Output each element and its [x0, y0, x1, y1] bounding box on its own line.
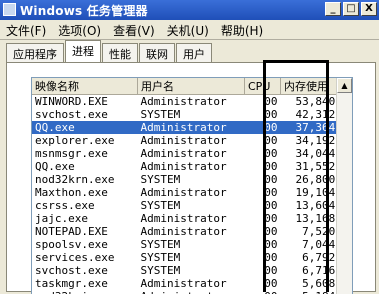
cell-cpu: 00: [264, 186, 278, 199]
tab-users[interactable]: 用户: [176, 43, 212, 63]
cell-image-name: nod32kui.exe: [32, 290, 138, 294]
cell-image-name: svchost.exe: [35, 108, 108, 121]
cell-cpu: 00: [264, 238, 278, 251]
table-row[interactable]: svchost.exe SYSTEM 00 42,312 K: [32, 108, 352, 121]
cell-cpu: 00: [264, 277, 278, 290]
cell-user-name: Administrator: [140, 225, 227, 238]
cell-image-name: msnmsgr.exe: [35, 147, 108, 160]
table-row[interactable]: nod32kui.exeAdministrator005,184 K: [32, 290, 352, 294]
menu-options[interactable]: 选项(O): [52, 20, 107, 39]
cell-cpu: 00: [245, 290, 281, 294]
cell-user-name: Administrator: [140, 160, 227, 173]
caption-buttons: _ □ X: [325, 2, 377, 16]
table-row[interactable]: jajc.exe Administrator 00 13,168 K: [32, 212, 352, 225]
cell-user-name: SYSTEM: [140, 199, 181, 212]
table-row[interactable]: nod32krn.exe SYSTEM 00 26,800 K: [32, 173, 352, 186]
cell-cpu: 00: [264, 199, 278, 212]
cell-cpu: 00: [264, 264, 278, 277]
processes-panel: 映像名称 用户名 CPU 内存使用 WINWORD.EXE Administrat…: [6, 62, 376, 294]
table-row[interactable]: spoolsv.exe SYSTEM 00 7,044 K: [32, 238, 352, 251]
table-row[interactable]: Maxthon.exe Administrator 00 19,104 K: [32, 186, 352, 199]
cell-image-name: csrss.exe: [35, 199, 95, 212]
cell-image-name: nod32krn.exe: [35, 173, 115, 186]
close-button[interactable]: X: [361, 2, 377, 16]
col-cpu[interactable]: CPU: [244, 78, 281, 95]
cell-user-name: Administrator: [137, 121, 245, 134]
app-icon: [3, 3, 16, 16]
tab-strip: 应用程序 进程 性能 联网 用户: [6, 40, 213, 63]
window-title: Windows 任务管理器: [20, 4, 148, 18]
table-row[interactable]: svchost.exe SYSTEM 00 6,716 K: [32, 264, 352, 277]
cell-image-name: QQ.exe: [35, 160, 75, 173]
cell-image-name: explorer.exe: [35, 134, 115, 147]
cell-cpu: 00: [264, 173, 278, 186]
cell-user-name: Administrator: [140, 186, 227, 199]
cell-cpu: 00: [264, 108, 278, 121]
tab-performance[interactable]: 性能: [102, 43, 138, 63]
menu-shutdown[interactable]: 关机(U): [161, 20, 215, 39]
cell-cpu: 00: [264, 134, 278, 147]
cell-user-name: SYSTEM: [140, 264, 181, 277]
minimize-button[interactable]: _: [325, 2, 341, 16]
cell-image-name: NOTEPAD.EXE: [35, 225, 108, 238]
menu-file[interactable]: 文件(F): [0, 20, 52, 39]
cell-user-name: Administrator: [140, 212, 227, 225]
process-list[interactable]: 映像名称 用户名 CPU 内存使用 WINWORD.EXE Administrat…: [31, 77, 353, 294]
cell-image-name: Maxthon.exe: [35, 186, 108, 199]
cell-image-name: QQ.exe: [32, 121, 138, 134]
process-table: 映像名称 用户名 CPU 内存使用 WINWORD.EXE Administrat…: [32, 78, 352, 294]
vertical-scrollbar[interactable]: ▲: [336, 78, 352, 294]
cell-user-name: SYSTEM: [140, 238, 181, 251]
cell-user-name: Administrator: [138, 290, 245, 294]
scroll-up-icon[interactable]: ▲: [337, 78, 352, 93]
cell-user-name: Administrator: [140, 147, 227, 160]
menu-help[interactable]: 帮助(H): [215, 20, 269, 39]
col-image-name[interactable]: 映像名称: [32, 78, 138, 95]
menu-view[interactable]: 查看(V): [107, 20, 161, 39]
menu-bar: 文件(F) 选项(O) 查看(V) 关机(U) 帮助(H): [0, 20, 379, 40]
cell-image-name: spoolsv.exe: [35, 238, 108, 251]
cell-image-name: svchost.exe: [35, 264, 108, 277]
table-row[interactable]: services.exe SYSTEM 00 6,792 K: [32, 251, 352, 264]
cell-cpu: 00: [264, 212, 278, 225]
cell-image-name: jajc.exe: [35, 212, 88, 225]
table-row[interactable]: QQ.exe Administrator 00 37,364 K: [32, 121, 352, 134]
cell-image-name: taskmgr.exe: [35, 277, 108, 290]
cell-cpu: 00: [264, 160, 278, 173]
cell-cpu: 00: [264, 251, 278, 264]
table-row[interactable]: NOTEPAD.EXE Administrator 00 7,520 K: [32, 225, 352, 238]
col-user-name[interactable]: 用户名: [137, 78, 245, 95]
cell-cpu: 00: [264, 225, 278, 238]
cell-cpu: 00: [264, 95, 278, 108]
table-row[interactable]: QQ.exe Administrator 00 31,552 K: [32, 160, 352, 173]
cell-cpu: 00: [244, 121, 281, 134]
maximize-button[interactable]: □: [343, 2, 359, 16]
cell-image-name: WINWORD.EXE: [35, 95, 108, 108]
cell-cpu: 00: [264, 147, 278, 160]
cell-user-name: Administrator: [140, 134, 227, 147]
cell-user-name: SYSTEM: [140, 108, 181, 121]
tab-applications[interactable]: 应用程序: [6, 43, 64, 63]
title-bar: Windows 任务管理器 _ □ X: [0, 0, 379, 20]
cell-user-name: SYSTEM: [140, 251, 181, 264]
table-row[interactable]: taskmgr.exe Administrator 00 5,608 K: [32, 277, 352, 290]
cell-user-name: Administrator: [140, 95, 227, 108]
table-row[interactable]: csrss.exe SYSTEM 00 13,604 K: [32, 199, 352, 212]
tab-processes[interactable]: 进程: [65, 40, 101, 63]
tab-networking[interactable]: 联网: [139, 43, 175, 63]
table-header-row: 映像名称 用户名 CPU 内存使用: [32, 78, 352, 95]
cell-user-name: Administrator: [140, 277, 227, 290]
cell-user-name: SYSTEM: [140, 173, 181, 186]
table-row[interactable]: explorer.exe Administrator 00 34,192 K: [32, 134, 352, 147]
cell-image-name: services.exe: [35, 251, 115, 264]
table-row[interactable]: WINWORD.EXE Administrator 00 53,840 K: [32, 95, 352, 109]
table-row[interactable]: msnmsgr.exe Administrator 00 34,044 K: [32, 147, 352, 160]
